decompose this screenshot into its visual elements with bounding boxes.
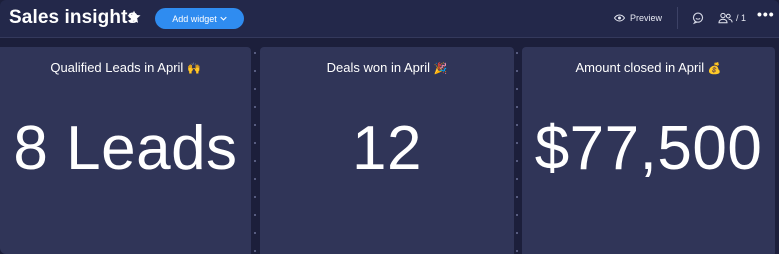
preview-button[interactable]: Preview [614,11,662,25]
widget-title-text: Qualified Leads in April [50,60,184,75]
chat-icon[interactable] [691,11,705,25]
widget-title-text: Deals won in April [326,60,430,75]
board-members-button[interactable]: / 1 [718,10,746,26]
resize-handle[interactable] [516,52,518,252]
people-icon [718,12,733,24]
resize-handle[interactable] [254,52,256,252]
widget-amount-closed[interactable]: Amount closed in April 💰 $77,500 [522,47,775,254]
raised-hands-icon: 🙌 [186,63,201,75]
eye-icon [614,14,625,22]
widget-value: 12 [352,114,422,183]
preview-label: Preview [630,13,663,23]
members-count: / 1 [736,13,747,23]
add-widget-button[interactable]: Add widget [155,8,244,29]
more-icon[interactable]: ••• [757,6,775,22]
dashboard-frame: Sales insights Add widget Preview / 1 ••… [0,0,779,254]
widget-value: 8 Leads [13,114,238,183]
dashboard-header: Sales insights Add widget Preview / 1 ••… [0,0,779,38]
widget-qualified-leads[interactable]: Qualified Leads in April 🙌 8 Leads [0,47,251,254]
star-icon[interactable] [126,9,142,25]
party-popper-icon: 🎉 [433,63,448,75]
widget-deals-won[interactable]: Deals won in April 🎉 12 [260,47,514,254]
page-title: Sales insights [9,7,139,28]
widget-title-text: Amount closed in April [575,60,705,75]
widget-value: $77,500 [534,114,763,183]
money-bag-icon: 💰 [707,63,722,75]
widget-title: Amount closed in April 💰 [522,60,775,75]
add-widget-label: Add widget [172,13,217,24]
widget-title: Deals won in April 🎉 [260,60,514,75]
widget-title: Qualified Leads in April 🙌 [0,60,251,75]
chevron-down-icon [220,16,227,21]
header-divider [677,7,678,29]
